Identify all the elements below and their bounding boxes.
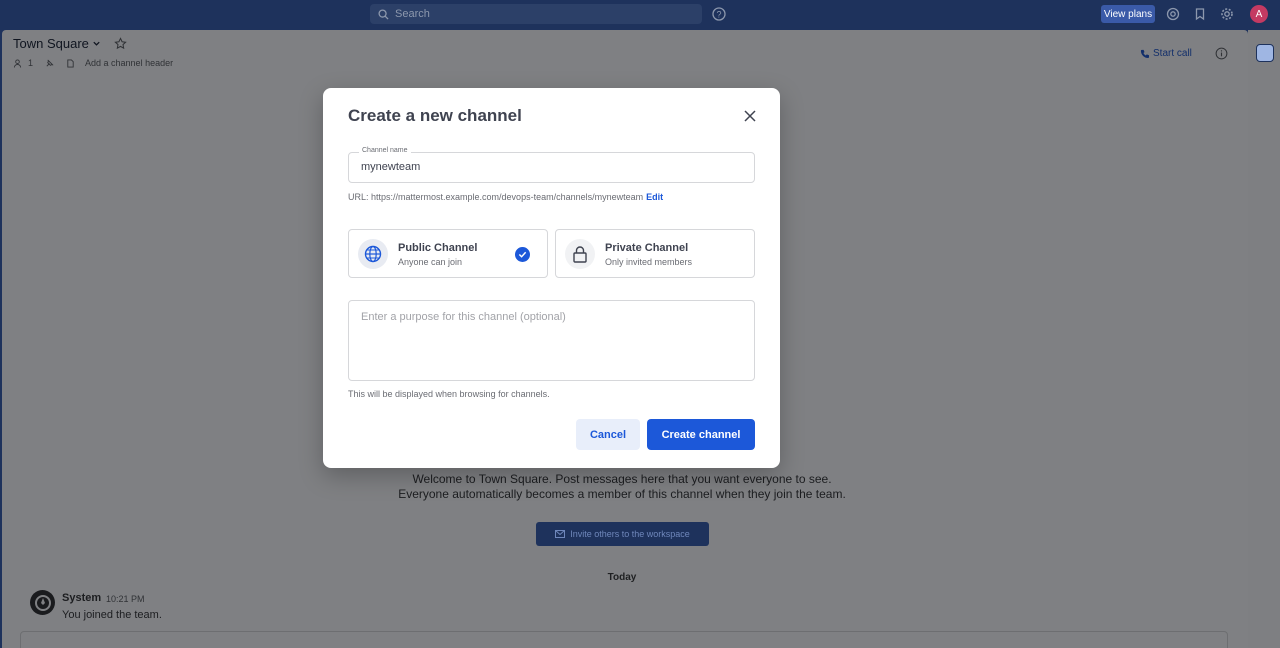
channel-name-input[interactable] xyxy=(361,161,741,173)
view-plans-button[interactable]: View plans xyxy=(1101,5,1155,23)
start-call-button[interactable]: Start call xyxy=(1140,48,1192,59)
channel-header-meta: 1 Add a channel header xyxy=(13,58,173,68)
cancel-button[interactable]: Cancel xyxy=(576,419,640,450)
channel-intro-text: Welcome to Town Square. Post messages he… xyxy=(398,472,846,501)
add-channel-header-link[interactable]: Add a channel header xyxy=(85,58,173,68)
member-count[interactable]: 1 xyxy=(28,58,33,68)
private-channel-option[interactable]: Private Channel Only invited members xyxy=(555,229,755,278)
public-channel-option[interactable]: Public Channel Anyone can join xyxy=(348,229,548,278)
search-placeholder: Search xyxy=(395,8,430,20)
post-message: You joined the team. xyxy=(62,609,162,621)
lock-icon xyxy=(573,246,587,263)
purpose-help-text: This will be displayed when browsing for… xyxy=(348,389,550,399)
channel-name-label: Channel name xyxy=(359,147,411,154)
close-icon[interactable] xyxy=(743,109,757,123)
date-separator: Today xyxy=(607,572,637,583)
channel-name-field[interactable]: Channel name xyxy=(348,147,755,183)
chevron-down-icon xyxy=(93,41,100,46)
create-channel-button[interactable]: Create channel xyxy=(647,419,755,450)
saved-messages-icon[interactable] xyxy=(1193,7,1207,21)
channel-name: Town Square xyxy=(13,36,89,51)
private-icon-wrap xyxy=(565,239,595,269)
user-avatar[interactable]: A xyxy=(1250,5,1268,23)
global-header: Search ? View plans A xyxy=(0,0,1280,29)
app-bar xyxy=(1248,30,1280,648)
search-icon xyxy=(378,8,389,20)
private-channel-description: Only invited members xyxy=(605,257,693,267)
settings-gear-icon[interactable] xyxy=(1220,7,1234,21)
mattermost-logo-icon xyxy=(34,594,51,611)
post-author[interactable]: System xyxy=(62,592,101,604)
help-icon[interactable]: ? xyxy=(712,7,726,21)
channel-info-icon[interactable] xyxy=(1215,47,1228,60)
globe-icon xyxy=(364,245,382,263)
channel-header-title[interactable]: Town Square xyxy=(13,36,127,51)
channel-purpose-input[interactable] xyxy=(348,300,755,381)
invite-others-button[interactable]: Invite others to the workspace xyxy=(536,522,709,546)
system-avatar xyxy=(30,590,55,615)
invite-others-label: Invite others to the workspace xyxy=(570,529,690,539)
create-channel-modal: Create a new channel Channel name URL: h… xyxy=(323,88,780,468)
favorite-star-icon[interactable] xyxy=(114,37,127,50)
public-icon-wrap xyxy=(358,239,388,269)
modal-title: Create a new channel xyxy=(348,106,522,125)
public-channel-name: Public Channel xyxy=(398,242,478,254)
post-time[interactable]: 10:21 PM xyxy=(106,594,145,604)
selected-check-icon xyxy=(515,247,530,262)
public-channel-description: Anyone can join xyxy=(398,257,463,267)
search-box[interactable]: Search xyxy=(370,4,702,24)
edit-url-link[interactable]: Edit xyxy=(646,192,663,202)
mentions-icon[interactable] xyxy=(1166,7,1180,21)
channel-url: URL: https://mattermost.example.com/devo… xyxy=(348,192,663,202)
phone-icon xyxy=(1140,49,1149,58)
pin-icon[interactable] xyxy=(45,59,54,68)
channel-url-text: URL: https://mattermost.example.com/devo… xyxy=(348,192,644,202)
files-icon[interactable] xyxy=(66,58,75,68)
envelope-icon xyxy=(555,530,566,538)
boards-icon[interactable] xyxy=(1256,44,1274,62)
start-call-label: Start call xyxy=(1153,48,1192,59)
member-icon[interactable] xyxy=(13,58,22,68)
svg-text:?: ? xyxy=(716,10,721,20)
private-channel-name: Private Channel xyxy=(605,242,689,254)
message-input-box[interactable] xyxy=(20,631,1228,648)
